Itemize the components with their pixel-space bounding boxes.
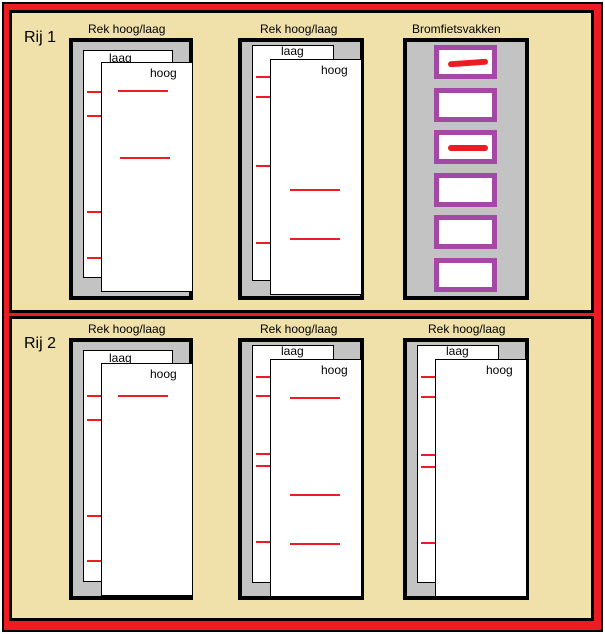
rack-high-level: hoog — [101, 363, 193, 596]
high-slot-mark — [118, 395, 168, 397]
rack-high-level: hoog — [270, 359, 362, 597]
high-label: hoog — [486, 363, 513, 377]
bike-rack: laag hoog — [238, 38, 364, 300]
moped-occupied-mark — [448, 145, 488, 151]
low-slot-mark — [87, 419, 101, 421]
high-slot-mark — [290, 543, 340, 545]
low-slot-mark — [421, 454, 435, 456]
high-slot-mark — [290, 397, 340, 399]
low-slot-mark — [87, 115, 101, 117]
high-label: hoog — [150, 367, 177, 381]
row-1: Rij 1 Rek hoog/laag laag hoog Rek hoog/l… — [9, 10, 594, 313]
low-slot-mark — [256, 96, 270, 98]
low-slot-mark — [87, 560, 101, 562]
moped-slot — [434, 130, 497, 164]
bike-rack: laag hoog — [69, 338, 193, 600]
rack-high-level: hoog — [270, 59, 362, 295]
rack-title: Rek hoog/laag — [260, 322, 338, 336]
low-slot-mark — [256, 453, 270, 455]
rack-high-level: hoog — [435, 359, 527, 597]
low-slot-mark — [256, 541, 270, 543]
moped-slot — [434, 173, 497, 207]
low-slot-mark — [421, 466, 435, 468]
bike-rack: laag hoog — [403, 338, 529, 600]
low-slot-mark — [256, 165, 270, 167]
low-slot-mark — [87, 395, 101, 397]
low-slot-mark — [87, 515, 101, 517]
high-slot-mark — [290, 494, 340, 496]
low-slot-mark — [421, 542, 435, 544]
high-slot-mark — [290, 189, 340, 191]
low-slot-mark — [256, 376, 270, 378]
bike-rack: laag hoog — [238, 338, 364, 600]
high-slot-mark — [118, 90, 168, 92]
low-slot-mark — [421, 376, 435, 378]
moped-slot — [434, 258, 497, 292]
low-label: laag — [446, 344, 469, 358]
low-slot-mark — [421, 396, 435, 398]
moped-title: Bromfietsvakken — [412, 22, 501, 36]
moped-slot — [434, 45, 497, 79]
rack-title: Rek hoog/laag — [260, 22, 338, 36]
moped-occupied-mark — [447, 58, 489, 68]
parking-layout: Rij 1 Rek hoog/laag laag hoog Rek hoog/l… — [0, 0, 605, 634]
low-slot-mark — [256, 465, 270, 467]
low-slot-mark — [256, 76, 270, 78]
moped-slot — [434, 88, 497, 122]
row-2: Rij 2 Rek hoog/laag laag hoog Rek hoog/l… — [9, 316, 594, 621]
moped-slot — [434, 215, 497, 249]
rack-title: Rek hoog/laag — [88, 322, 166, 336]
high-slot-mark — [290, 238, 340, 240]
low-slot-mark — [256, 242, 270, 244]
low-slot-mark — [87, 257, 101, 259]
high-slot-mark — [120, 157, 170, 159]
low-slot-mark — [87, 91, 101, 93]
high-label: hoog — [321, 63, 348, 77]
moped-area — [403, 38, 529, 300]
row-label: Rij 1 — [24, 29, 57, 46]
row-label: Rij 2 — [24, 335, 57, 352]
low-label: laag — [281, 44, 304, 58]
rack-high-level: hoog — [101, 62, 193, 292]
low-label: laag — [281, 344, 304, 358]
rack-title: Rek hoog/laag — [428, 322, 506, 336]
high-label: hoog — [321, 363, 348, 377]
low-slot-mark — [256, 395, 270, 397]
low-slot-mark — [87, 211, 101, 213]
rack-title: Rek hoog/laag — [88, 22, 166, 36]
bike-rack: laag hoog — [69, 38, 193, 300]
high-label: hoog — [150, 66, 177, 80]
